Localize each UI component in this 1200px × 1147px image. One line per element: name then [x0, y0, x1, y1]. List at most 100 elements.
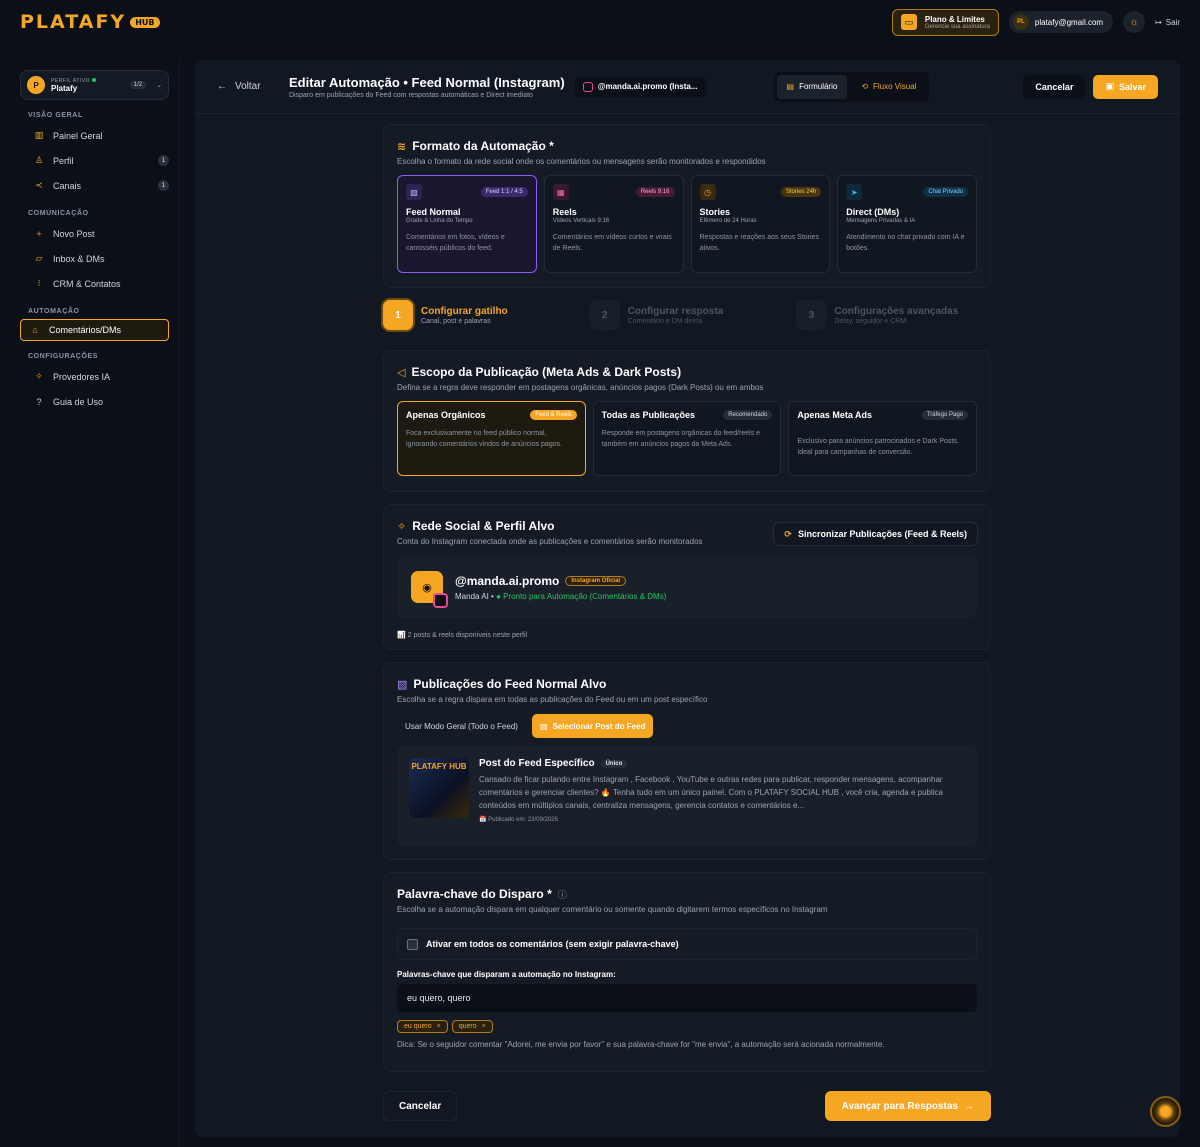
brand-logo[interactable]: PLATAFY HUB	[20, 11, 160, 33]
scope-option-organic[interactable]: Apenas Orgânicos Feed & Reels Foca exclusi…	[397, 401, 586, 476]
format-tag: Stories 24h	[780, 187, 822, 197]
plan-title: Plano & Limites	[924, 14, 985, 24]
profile-label: PERFIL ATIVO	[51, 78, 97, 84]
back-button[interactable]: ← Voltar	[217, 81, 289, 92]
unique-badge: Único	[600, 759, 628, 768]
step-advanced[interactable]: 3 Configurações avançadas Delay, seguidor …	[796, 300, 1003, 330]
tab-form[interactable]: ▤ Formulário	[776, 74, 848, 99]
profile-selector[interactable]: P PERFIL ATIVO Platafy 1/2 ⌄	[20, 70, 169, 100]
keywords-card: Palavra-chave do Disparo * ⓘ Escolha se a…	[383, 872, 991, 1072]
user-menu[interactable]: PL platafy@gmail.com	[1008, 11, 1114, 33]
sidebar: P PERFIL ATIVO Platafy 1/2 ⌄ VISÃO GERAL…	[0, 58, 180, 1147]
flow-icon: ⟲	[861, 82, 869, 91]
card-icon: ▭	[900, 14, 917, 30]
logout-button[interactable]: ↦ Sair	[1155, 18, 1180, 27]
brand-name: PLATAFY	[20, 11, 127, 33]
keywords-label: Palavras-chave que disparam a automação …	[397, 970, 616, 979]
account-selector[interactable]: @manda.ai.promo (Insta...	[574, 76, 706, 97]
avatar: PL	[1012, 14, 1029, 30]
assistant-widget-icon[interactable]	[1150, 1096, 1181, 1127]
sidebar-item-guide[interactable]: ? Guia de Uso	[0, 389, 179, 414]
scope-card: ◁ Escopo da Publicação (Meta Ads & Dark P…	[383, 350, 991, 492]
step-response[interactable]: 2 Configurar resposta Comentário e DM dire…	[589, 300, 797, 330]
format-desc: Escolha o formato da rede social onde os…	[397, 157, 766, 166]
scope-option-meta-ads[interactable]: Apenas Meta Ads Tráfego Pago Exclusivo par…	[788, 401, 977, 476]
account-card: ◉ @manda.ai.promo Instagram Oficial Manda…	[397, 556, 977, 618]
sparkles-icon: ✧	[397, 520, 407, 533]
help-icon: ?	[36, 396, 42, 407]
format-option-stories[interactable]: ◷ Stories 24h Stories Efêmero de 24 Horas R…	[690, 175, 831, 273]
format-title: Formato da Automação *	[412, 139, 554, 153]
format-option-reels[interactable]: ▦ Reels 9:16 Reels Vídeos Verticais 9:16 Co…	[543, 175, 684, 273]
keyword-chip[interactable]: quero ×	[451, 1020, 493, 1033]
refresh-icon: ⟳	[784, 528, 792, 539]
cancel-button[interactable]: Cancelar	[1023, 74, 1086, 99]
sync-posts-button[interactable]: ⟳ Sincronizar Publicações (Feed & Reels)	[773, 522, 978, 546]
sidebar-item-new-post[interactable]: + Novo Post	[0, 221, 179, 246]
scope-option-all[interactable]: Todas as Publicações Recomendado Responde …	[592, 401, 782, 476]
share-icon: ≺	[35, 180, 43, 190]
post-date: 📅 Publicado em: 23/09/2026	[479, 816, 558, 823]
step-trigger[interactable]: 1 Configurar gatilho Canal, post e palavra…	[383, 300, 590, 330]
editor-header: ← Voltar Editar Automação • Feed Normal (…	[195, 60, 1180, 114]
sidebar-item-crm[interactable]: ⁝ CRM & Contatos	[0, 271, 179, 296]
sidebar-item-comments[interactable]: ⌂ Comentários/DMs	[20, 319, 169, 341]
selected-post[interactable]: PLATAFY HUB Post do Feed Específico Único…	[397, 746, 977, 846]
sidebar-item-dashboard[interactable]: ▥ Painel Geral	[0, 123, 179, 148]
format-option-feed[interactable]: ▧ Feed 1:1 / 4:5 Feed Normal Grade & Linha…	[397, 175, 537, 273]
chevron-down-icon: ⌄	[156, 82, 162, 89]
post-description: Cansado de ficar pulando entre Instagram…	[479, 775, 943, 811]
sparkles-icon: ✧	[35, 371, 43, 381]
section-overview: VISÃO GERAL	[28, 112, 83, 119]
user-email: platafy@gmail.com	[1034, 17, 1104, 27]
logout-icon: ↦	[1155, 17, 1162, 27]
top-bar: PLATAFY HUB ▭ Plano & Limites Gerencie s…	[0, 0, 1200, 44]
clock-icon: ◷	[699, 184, 716, 200]
save-button[interactable]: ▣ Salvar	[1093, 74, 1158, 99]
select-post-button[interactable]: ▧ Selecionar Post do Feed	[531, 714, 654, 738]
bot-icon: ⌂	[32, 325, 38, 335]
format-tag: Chat Privado	[923, 187, 968, 197]
editor-panel: ← Voltar Editar Automação • Feed Normal (…	[195, 60, 1180, 1137]
general-mode-button[interactable]: Usar Modo Geral (Todo o Feed)	[397, 714, 526, 738]
page-title: Editar Automação • Feed Normal (Instagra…	[289, 74, 565, 90]
profile-badge: 1	[158, 155, 169, 166]
plus-icon: +	[36, 228, 42, 239]
footer-cancel-button[interactable]: Cancelar	[383, 1091, 458, 1121]
section-automation: AUTOMAÇÃO	[28, 308, 80, 315]
help-icon: ⓘ	[557, 889, 567, 900]
keyword-tip: Dica: Se o seguidor comentar "Adorei, me…	[397, 1040, 885, 1049]
keyword-chip[interactable]: eu quero ×	[397, 1020, 448, 1033]
section-communication: COMUNICAÇÃO	[28, 210, 89, 217]
keywords-input[interactable]: eu quero, quero	[397, 984, 977, 1012]
channels-badge: 1	[158, 180, 169, 191]
megaphone-icon: ◁	[397, 366, 406, 379]
profile-count: 1/2	[129, 81, 147, 89]
page-subtitle: Disparo em publicações do Feed com respo…	[289, 91, 533, 99]
layers-icon: ≋	[397, 140, 407, 153]
feed-target-card: ▧ Publicações do Feed Normal Alvo Escolha…	[383, 662, 991, 860]
plan-limits-button[interactable]: ▭ Plano & Limites Gerencie sua assinatur…	[891, 8, 999, 36]
tab-visual-flow[interactable]: ⟲ Fluxo Visual	[851, 75, 926, 99]
posts-available: 📊 2 posts & reels disponíveis neste perf…	[397, 632, 528, 639]
sidebar-item-ai-providers[interactable]: ✧ Provedores IA	[0, 364, 179, 389]
sidebar-item-profile[interactable]: ♙ Perfil 1	[0, 148, 179, 173]
checkbox-icon	[407, 938, 418, 950]
status-badge: ● Pronto para Automação (Comentários & D…	[496, 591, 667, 601]
view-mode-tabs: ▤ Formulário ⟲ Fluxo Visual	[773, 71, 930, 102]
profile-name: Platafy	[51, 83, 78, 93]
sidebar-item-inbox[interactable]: ▱ Inbox & DMs	[0, 246, 179, 271]
all-comments-checkbox[interactable]: Ativar em todos os comentários (sem exig…	[397, 928, 977, 960]
next-step-button[interactable]: Avançar para Respostas →	[824, 1091, 991, 1121]
format-option-direct[interactable]: ➤ Chat Privado Direct (DMs) Mensagens Priv…	[837, 175, 977, 273]
post-thumbnail: PLATAFY HUB	[409, 758, 469, 818]
theme-toggle-sun-icon[interactable]: ☼	[1123, 11, 1146, 33]
sidebar-item-channels[interactable]: ≺ Canais 1	[0, 173, 179, 198]
image-icon: ▧	[539, 721, 548, 731]
document-icon: ▤	[786, 82, 795, 91]
user-icon: ♙	[34, 155, 44, 165]
save-icon: ▣	[1105, 81, 1114, 91]
wizard-steps: 1 Configurar gatilho Canal, post e palavra…	[383, 300, 1003, 330]
brand-badge: HUB	[130, 16, 160, 28]
format-tag: Reels 9:16	[635, 187, 675, 197]
